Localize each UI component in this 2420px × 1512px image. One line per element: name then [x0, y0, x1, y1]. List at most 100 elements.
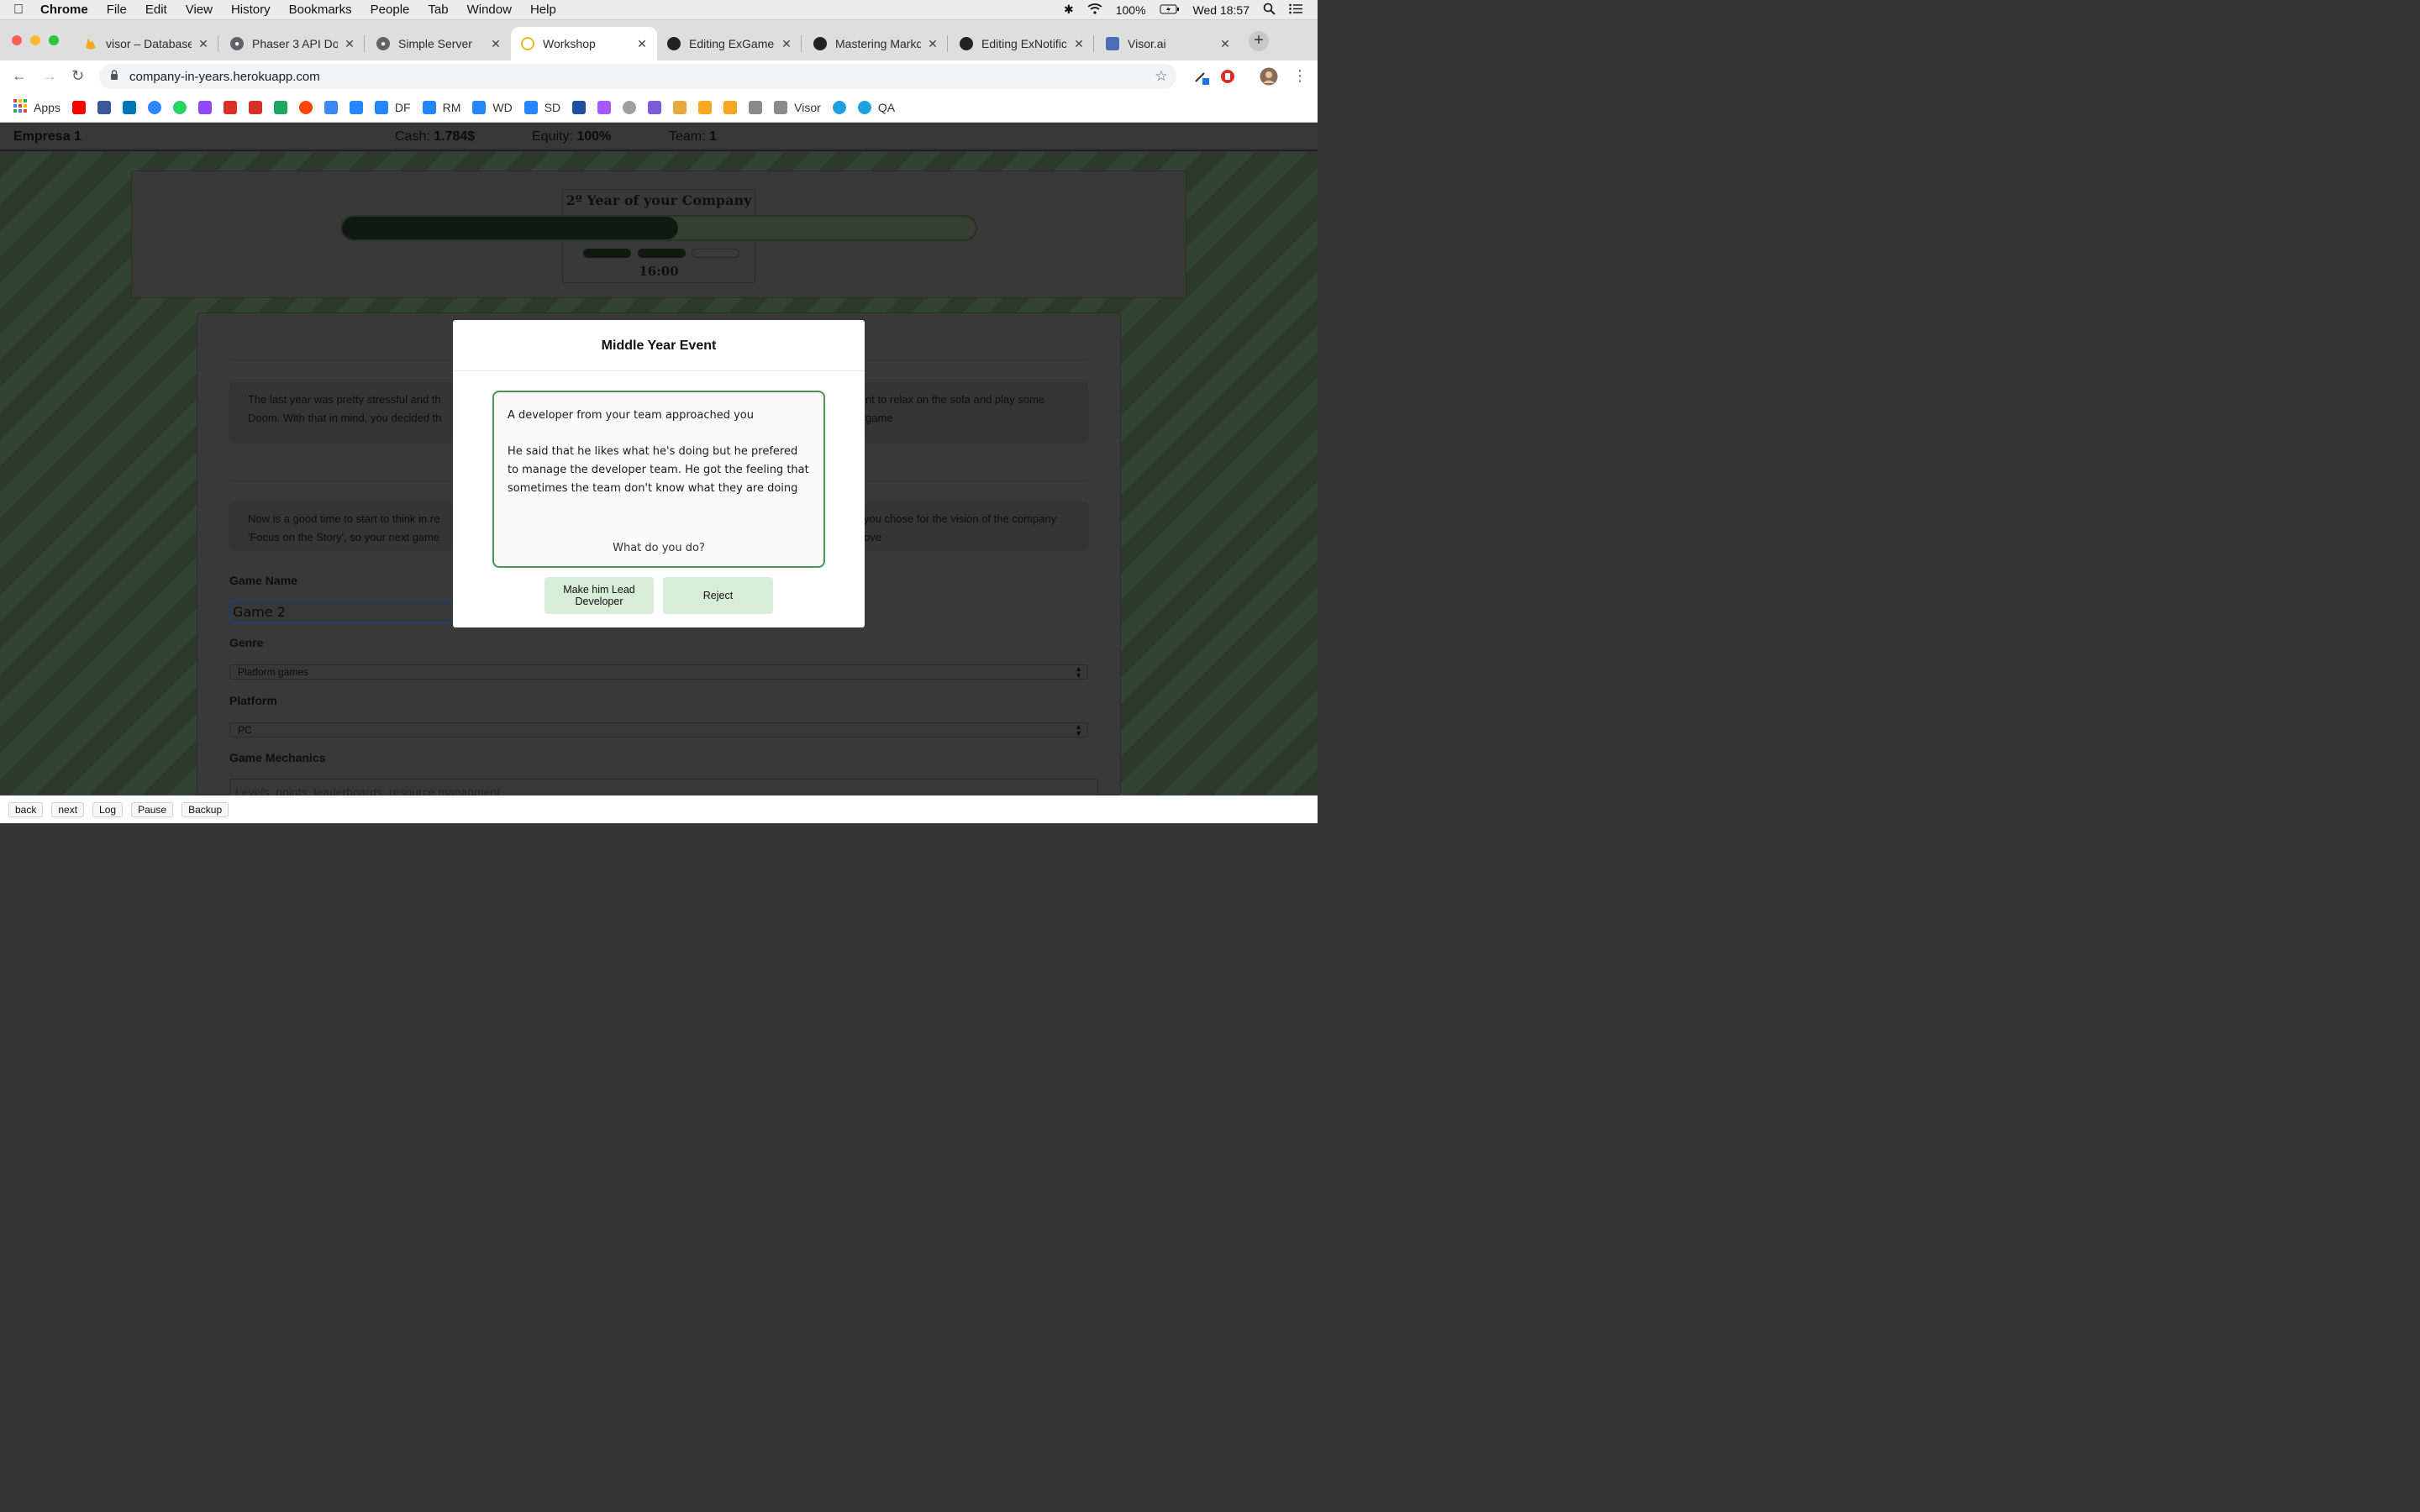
bookmark-discord[interactable] — [648, 100, 662, 114]
team-value: 1 — [709, 129, 717, 144]
firebase-icon — [84, 37, 97, 50]
spotlight-search-icon[interactable] — [1263, 3, 1276, 18]
bookmark-star-icon[interactable]: ☆ — [1146, 68, 1176, 85]
bookmark-figma[interactable] — [597, 100, 612, 114]
mechanics-input[interactable]: Levels, points, leaderboards, resource m… — [229, 779, 1098, 797]
apple-menu-icon[interactable]:  — [0, 3, 37, 18]
bookmark-calendar[interactable] — [324, 100, 338, 114]
bookmark-label: DF — [394, 100, 411, 114]
chrome-menu-icon[interactable]: ⋮ — [1292, 67, 1307, 85]
bookmark-firebase-2[interactable] — [723, 100, 738, 114]
clock-text[interactable]: Wed 18:57 — [1193, 3, 1249, 17]
game-name-input[interactable]: Game 2 — [229, 601, 456, 623]
notification-center-icon[interactable] — [1289, 3, 1302, 17]
address-bar[interactable]: company-in-years.herokuapp.com ☆ — [99, 64, 1176, 89]
menu-view[interactable]: View — [176, 3, 222, 17]
forward-arrow-icon[interactable]: → — [42, 67, 57, 85]
bookmark-jira-sd[interactable]: SD — [523, 100, 560, 114]
menu-file[interactable]: File — [97, 3, 136, 17]
tab-close-icon[interactable]: ✕ — [926, 37, 939, 51]
window-zoom-button[interactable] — [49, 35, 59, 45]
bookmark-folder-visor[interactable]: Visor — [774, 100, 821, 114]
next-button[interactable]: next — [51, 801, 85, 817]
tab-editing-exnotific[interactable]: Editing ExNotific ✕ — [950, 27, 1094, 60]
menu-people[interactable]: People — [361, 3, 419, 17]
bookmark-firebase[interactable] — [698, 100, 713, 114]
lock-icon[interactable] — [99, 70, 129, 83]
profile-avatar[interactable] — [1260, 67, 1278, 90]
tab-visor-ai[interactable]: Visor.ai ✕ — [1096, 27, 1240, 60]
extension-pen-icon[interactable] — [1193, 69, 1210, 90]
window-minimize-button[interactable] — [30, 35, 40, 45]
back-arrow-icon[interactable]: ← — [12, 67, 27, 85]
platform-select[interactable]: PC ▲ ▼ — [229, 722, 1088, 738]
tab-close-icon[interactable]: ✕ — [780, 37, 793, 51]
backup-button[interactable]: Backup — [182, 801, 229, 817]
tab-simple-server[interactable]: ● Simple Server ✕ — [366, 27, 511, 60]
bookmark-gmail[interactable] — [223, 100, 237, 114]
menu-tab[interactable]: Tab — [418, 3, 457, 17]
make-lead-developer-button[interactable]: Make him Lead Developer — [544, 577, 654, 614]
bookmark-gmail-2[interactable] — [248, 100, 262, 114]
bookmark-jira-rm[interactable]: RM — [422, 100, 460, 114]
menu-bookmarks[interactable]: Bookmarks — [280, 3, 361, 17]
bookmark-drive[interactable] — [273, 100, 287, 114]
menu-history[interactable]: History — [222, 3, 280, 17]
bookmark-salesforce-qa[interactable]: QA — [857, 100, 895, 114]
bookmark-folder[interactable] — [749, 100, 763, 114]
tab-close-icon[interactable]: ✕ — [197, 37, 210, 51]
pause-button[interactable]: Pause — [131, 801, 174, 817]
menu-help[interactable]: Help — [521, 3, 566, 17]
bookmark-salesforce[interactable] — [832, 100, 846, 114]
bookmark-linkedin[interactable] — [122, 100, 136, 114]
bookmark-whatsapp[interactable] — [172, 100, 187, 114]
jira-icon — [472, 100, 487, 114]
bookmark-facebook[interactable] — [97, 100, 111, 114]
tab-close-icon[interactable]: ✕ — [343, 37, 356, 51]
macos-menu-bar:  Chrome File Edit View History Bookmark… — [0, 0, 1318, 20]
bookmark-box[interactable] — [673, 100, 687, 114]
tab-editing-exgame[interactable]: Editing ExGameC ✕ — [657, 27, 802, 60]
window-close-button[interactable] — [12, 35, 22, 45]
back-button[interactable]: back — [8, 801, 44, 817]
menu-chrome[interactable]: Chrome — [37, 3, 97, 17]
address-url[interactable]: company-in-years.herokuapp.com — [129, 70, 320, 84]
tab-close-icon[interactable]: ✕ — [635, 37, 649, 51]
reload-icon[interactable]: ↻ — [71, 67, 84, 85]
new-tab-button[interactable]: + — [1249, 31, 1269, 51]
bookmark-jira-df[interactable]: DF — [374, 100, 411, 114]
bluetooth-icon[interactable]: ✱ — [1064, 3, 1074, 17]
apps-grid-icon — [13, 99, 27, 115]
bookmark-jira-wd[interactable]: WD — [472, 100, 513, 114]
bookmark-reddit[interactable] — [298, 100, 313, 114]
bookmark-apps[interactable]: Apps — [13, 99, 60, 115]
genre-select[interactable]: Platform games ▲ ▼ — [229, 664, 1088, 680]
bookmark-bitbucket[interactable] — [349, 100, 363, 114]
bookmark-loading[interactable] — [623, 100, 637, 114]
debug-toolbar: back next Log Pause Backup — [0, 795, 1318, 823]
menu-window[interactable]: Window — [458, 3, 521, 17]
bookmark-youtube[interactable] — [71, 100, 86, 114]
youtube-icon — [71, 100, 86, 114]
tab-workshop[interactable]: Workshop ✕ — [511, 27, 657, 60]
discord-icon — [648, 100, 662, 114]
reject-button[interactable]: Reject — [663, 577, 773, 614]
tab-mastering-markdown[interactable]: Mastering Markd ✕ — [803, 27, 948, 60]
intro-text-right-1: nt to relax on the sofa and play some — [865, 393, 1045, 406]
bookmark-twitch[interactable] — [197, 100, 212, 114]
tab-close-icon[interactable]: ✕ — [1218, 37, 1232, 51]
bookmark-messenger[interactable] — [147, 100, 161, 114]
log-button[interactable]: Log — [92, 801, 124, 817]
tab-visor-database[interactable]: visor – Database ✕ — [74, 27, 218, 60]
tab-close-icon[interactable]: ✕ — [489, 37, 502, 51]
gmail-icon — [248, 100, 262, 114]
wifi-icon[interactable] — [1087, 3, 1102, 17]
bookmark-pivotal[interactable] — [572, 100, 587, 114]
robot-icon — [1106, 37, 1119, 50]
menu-edit[interactable]: Edit — [136, 3, 176, 17]
tab-close-icon[interactable]: ✕ — [1072, 37, 1086, 51]
browser-tab-strip: visor – Database ✕ ● Phaser 3 API Doc ✕ … — [0, 20, 1318, 60]
tab-phaser-docs[interactable]: ● Phaser 3 API Doc ✕ — [220, 27, 365, 60]
battery-icon[interactable] — [1160, 3, 1180, 17]
extension-stop-icon[interactable] — [1220, 69, 1235, 88]
